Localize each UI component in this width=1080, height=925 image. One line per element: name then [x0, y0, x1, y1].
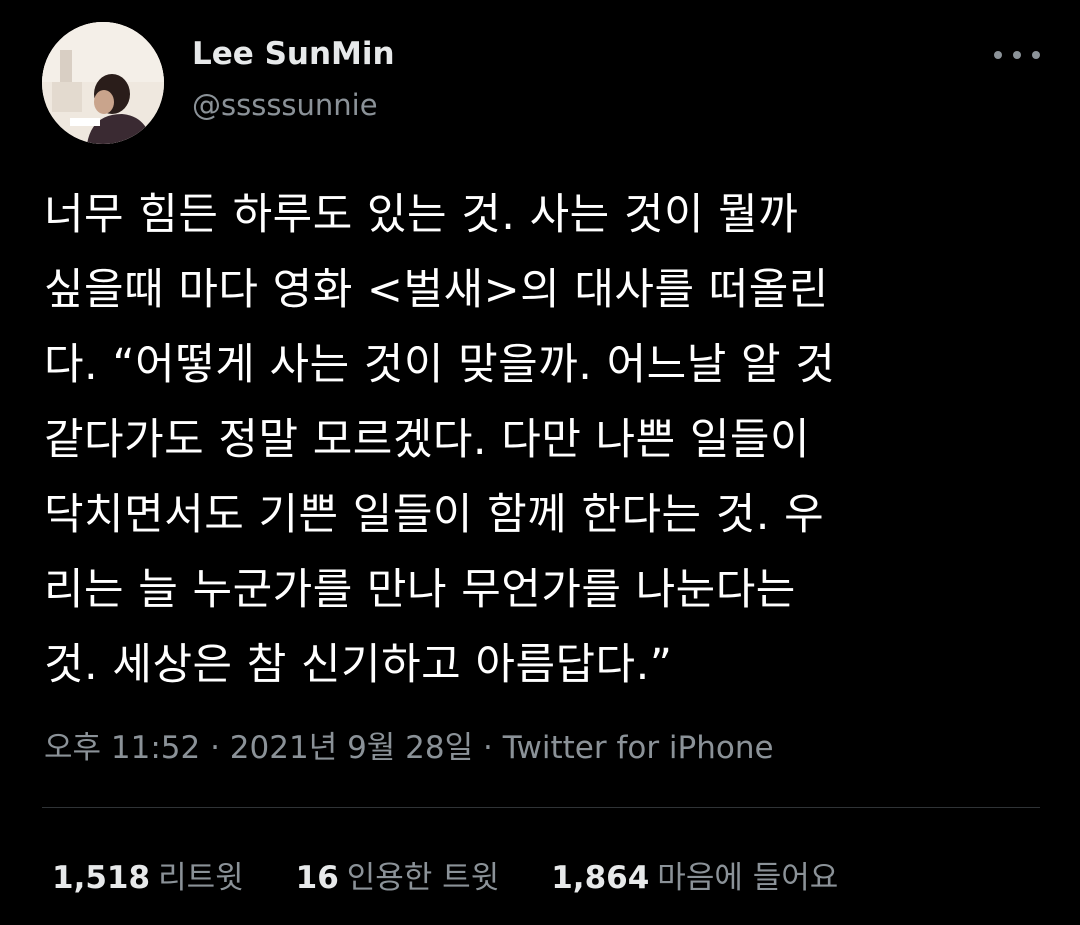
tweet-stats: 1,518 리트윗 16 인용한 트윗 1,864 마음에 들어요 [52, 852, 890, 896]
likes-stat[interactable]: 1,864 마음에 들어요 [551, 852, 838, 897]
tweet-detail: Lee SunMin @sssssunnie 너무 힘든 하루도 있는 것. 사… [0, 0, 1080, 925]
likes-count: 1,864 [551, 860, 650, 896]
quotes-stat[interactable]: 16 인용한 트윗 [296, 852, 500, 897]
avatar[interactable] [42, 22, 164, 144]
tweet-source[interactable]: Twitter for iPhone [503, 730, 774, 766]
tweet-time[interactable]: 오후 11:52 [44, 730, 200, 766]
more-dot [1032, 51, 1040, 59]
display-name[interactable]: Lee SunMin [192, 36, 395, 72]
tweet-text: 너무 힘든 하루도 있는 것. 사는 것이 뭘까 싶을때 마다 영화 <벌새>의… [44, 190, 836, 690]
more-dot [994, 51, 1002, 59]
more-options-icon[interactable] [994, 40, 1040, 70]
retweets-count: 1,518 [52, 860, 151, 896]
quotes-count: 16 [295, 860, 339, 896]
retweets-stat[interactable]: 1,518 리트윗 [52, 852, 244, 897]
retweets-label: 리트윗 [158, 860, 244, 896]
meta-separator: · [473, 730, 503, 766]
quotes-label: 인용한 트윗 [346, 860, 500, 896]
tweet-date[interactable]: 2021년 9월 28일 [230, 730, 473, 766]
meta-separator: · [200, 730, 230, 766]
likes-label: 마음에 들어요 [657, 860, 839, 896]
divider [42, 807, 1040, 808]
tweet-meta: 오후 11:52 · 2021년 9월 28일 · Twitter for iP… [44, 722, 774, 767]
user-handle[interactable]: @sssssunnie [192, 88, 378, 122]
more-dot [1013, 51, 1021, 59]
